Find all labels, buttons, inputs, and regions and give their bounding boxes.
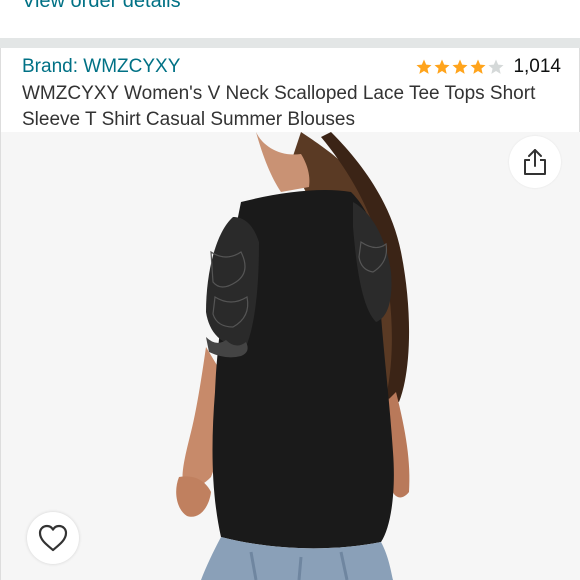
wishlist-button[interactable] — [27, 512, 79, 564]
product-title[interactable]: WMZCYXY Women's V Neck Scalloped Lace Te… — [22, 81, 562, 133]
share-button[interactable] — [509, 136, 561, 188]
star-empty-icon — [488, 59, 504, 74]
brand-rating-row: Brand: WMZCYXY 1,014 — [1, 54, 580, 80]
star-icon — [452, 59, 468, 74]
share-icon — [524, 149, 546, 175]
rating-summary[interactable]: 1,014 — [415, 54, 561, 80]
section-divider — [0, 38, 580, 48]
brand-link[interactable]: Brand: WMZCYXY — [22, 56, 180, 78]
product-image[interactable] — [1, 132, 580, 580]
star-icon — [434, 59, 450, 74]
star-rating — [415, 58, 505, 76]
review-count: 1,014 — [513, 56, 561, 77]
order-header: View order details — [0, 0, 580, 40]
product-card: Brand: WMZCYXY 1,014 WMZCYXY Women's V N… — [0, 48, 580, 580]
product-photo-icon — [1, 132, 580, 580]
star-icon — [470, 59, 486, 74]
star-icon — [416, 59, 432, 74]
heart-outline-icon — [38, 524, 68, 552]
view-order-details-link[interactable]: View order details — [22, 0, 181, 13]
